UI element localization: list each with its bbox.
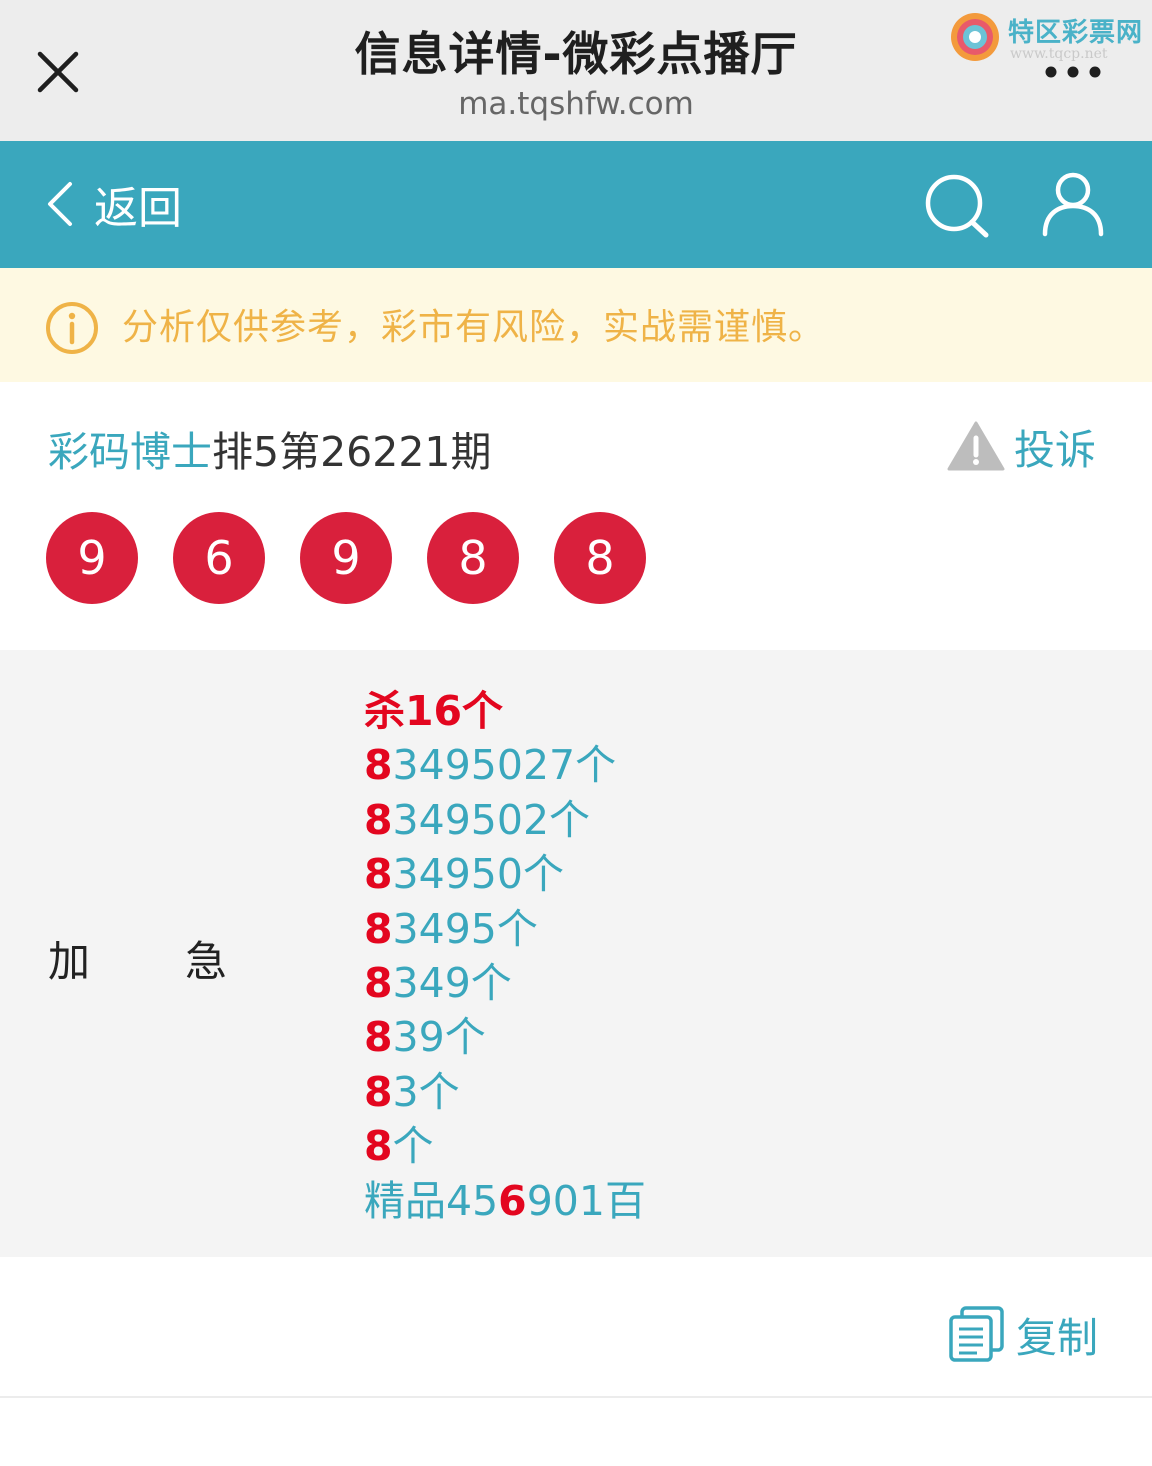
- prediction-lines: 杀16个 83495027个 8349502个 834950个 83495个 8…: [364, 684, 646, 1228]
- copy-button[interactable]: 复制: [948, 1304, 1098, 1364]
- list-item: 83495027个: [364, 741, 617, 790]
- list-item: 8349个: [364, 959, 512, 1008]
- copy-label: 复制: [1016, 1314, 1098, 1362]
- number-ball: 9: [46, 512, 138, 604]
- author-link[interactable]: 彩码博士: [48, 428, 212, 476]
- warning-icon: [947, 421, 1005, 471]
- kill-line: 杀16个: [364, 687, 504, 735]
- back-button[interactable]: 返回: [44, 169, 182, 239]
- back-label: 返回: [94, 183, 182, 234]
- watermark-text: 特区彩票网: [1008, 18, 1144, 48]
- notice-text: 分析仅供参考，彩市有风险，实战需谨慎。: [122, 307, 826, 348]
- post-title: 彩码博士排5第26221期: [48, 418, 492, 478]
- urgent-label-right: 急: [185, 937, 228, 986]
- user-icon[interactable]: [1040, 170, 1106, 238]
- watermark-url: www.tqcp.net: [1010, 46, 1108, 62]
- more-icon[interactable]: [1042, 62, 1104, 82]
- page-url: ma.tqshfw.com: [458, 86, 694, 122]
- chevron-left-icon: [48, 182, 72, 226]
- number-ball: 9: [300, 512, 392, 604]
- list-item: 83个: [364, 1067, 460, 1116]
- complain-label: 投诉: [1014, 426, 1096, 474]
- info-icon: [46, 302, 98, 354]
- list-item: 834950个: [364, 850, 564, 899]
- list-item: 8个: [364, 1122, 434, 1171]
- number-ball: 6: [173, 512, 265, 604]
- search-icon[interactable]: [922, 172, 992, 242]
- urgent-label-left: 加: [48, 937, 91, 986]
- issue-label: 排5第26221期: [212, 428, 492, 476]
- complain-button[interactable]: 投诉: [946, 418, 1096, 474]
- list-item: 839个: [364, 1013, 486, 1062]
- divider: [0, 1396, 1152, 1398]
- number-balls: 9 6 9 8 8: [46, 512, 646, 604]
- final-line: 精品456901百: [364, 1176, 646, 1225]
- copy-icon: [949, 1306, 1004, 1362]
- number-ball: 8: [427, 512, 519, 604]
- list-item: 83495个: [364, 904, 538, 953]
- watermark-logo-icon: [951, 13, 999, 61]
- number-ball: 8: [554, 512, 646, 604]
- urgent-label: 加急: [48, 928, 227, 989]
- list-item: 8349502个: [364, 795, 591, 844]
- watermark: 特区彩票网 www.tqcp.net: [948, 8, 1148, 68]
